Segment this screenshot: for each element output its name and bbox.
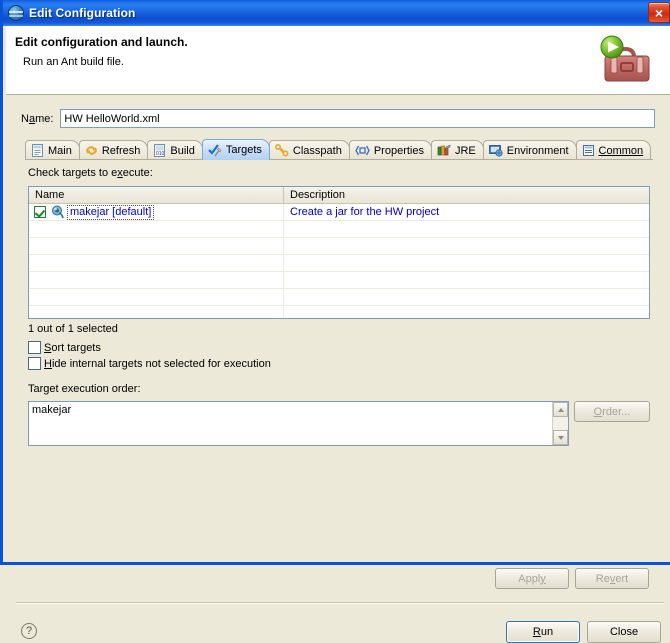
target-name: makejar [default] xyxy=(67,204,155,220)
window-title: Edit Configuration xyxy=(29,6,136,20)
dialog-banner: Edit configuration and launch. Run an An… xyxy=(6,26,670,95)
target-checkbox[interactable] xyxy=(34,206,46,218)
execution-order-value: makejar xyxy=(32,404,72,416)
hide-internal-targets-label: Hide internal targets not selected for e… xyxy=(44,357,271,370)
name-label: Name: xyxy=(21,112,54,125)
table-header-row: Name Description xyxy=(29,187,649,204)
tab-label: Classpath xyxy=(292,144,342,157)
common-list-icon xyxy=(582,144,595,157)
apply-button[interactable]: Apply xyxy=(495,568,569,589)
tab-label: JRE xyxy=(454,144,476,157)
table-row[interactable]: makejar [default] Create a jar for the H… xyxy=(29,204,649,221)
tab-properties[interactable]: Properties xyxy=(348,140,432,160)
table-row-empty xyxy=(29,289,649,306)
environment-monitor-icon xyxy=(488,144,503,157)
execution-order-scrollbar[interactable] xyxy=(552,402,568,445)
eclipse-globe-icon xyxy=(8,5,24,21)
classpath-keys-icon xyxy=(274,144,289,157)
tab-classpath[interactable]: Classpath xyxy=(268,140,350,160)
tab-label: Common xyxy=(598,144,644,157)
tab-refresh[interactable]: Refresh xyxy=(78,140,149,160)
footer-separator xyxy=(16,602,664,604)
hide-internal-targets-checkbox[interactable] xyxy=(28,357,41,370)
close-button[interactable]: Close xyxy=(587,621,661,643)
tab-strip: Main Refresh 010 Build Targets Classpath… xyxy=(25,139,653,160)
execution-order-label: Target execution order: xyxy=(28,383,141,395)
table-cell-name: makejar [default] xyxy=(29,204,284,220)
ant-target-icon xyxy=(51,205,65,219)
tab-label: Main xyxy=(48,144,72,157)
table-row-empty xyxy=(29,306,649,318)
sort-targets-label: Sort targets xyxy=(44,341,101,354)
configuration-name-row: Name: xyxy=(21,109,655,128)
revert-button[interactable]: Revert xyxy=(575,568,649,589)
execution-order-list[interactable]: makejar xyxy=(28,401,569,446)
chevron-down-icon xyxy=(557,435,564,440)
configuration-name-input[interactable] xyxy=(60,109,655,128)
properties-brackets-icon xyxy=(355,144,370,157)
tab-jre[interactable]: JRE xyxy=(430,140,484,160)
ant-toolbox-launch-icon xyxy=(594,31,656,89)
table-cell-description: Create a jar for the HW project xyxy=(290,206,440,218)
svg-text:010: 010 xyxy=(156,151,165,157)
scroll-up-button[interactable] xyxy=(553,402,568,417)
tab-common[interactable]: Common xyxy=(575,140,652,160)
close-icon[interactable]: × xyxy=(648,2,670,23)
main-document-icon xyxy=(31,144,44,157)
sort-targets-checkbox[interactable] xyxy=(28,341,41,354)
title-bar: Edit Configuration × xyxy=(3,0,670,26)
banner-heading: Edit configuration and launch. xyxy=(15,35,188,49)
refresh-arrows-icon xyxy=(85,144,98,157)
column-header-description[interactable]: Description xyxy=(284,187,649,203)
banner-subtext: Run an Ant build file. xyxy=(23,56,124,68)
column-header-name[interactable]: Name xyxy=(29,187,284,203)
table-row-empty xyxy=(29,221,649,238)
tab-label: Build xyxy=(170,144,195,157)
run-button[interactable]: Run xyxy=(506,621,580,643)
order-button[interactable]: Order... xyxy=(574,401,650,422)
targets-checkmark-icon xyxy=(208,143,222,157)
build-binary-icon: 010 xyxy=(153,144,166,157)
tab-label: Environment xyxy=(506,144,569,157)
check-targets-label: Check targets to execute: xyxy=(28,167,153,179)
chevron-up-icon xyxy=(557,407,564,412)
tab-main[interactable]: Main xyxy=(25,140,80,160)
tab-label: Targets xyxy=(225,144,262,156)
tab-targets[interactable]: Targets xyxy=(201,139,270,160)
dialog-body: Name: Main xyxy=(6,95,670,643)
hide-internal-targets-checkbox-row[interactable]: Hide internal targets not selected for e… xyxy=(28,357,271,370)
sort-targets-checkbox-row[interactable]: Sort targets xyxy=(28,341,101,354)
table-row-empty xyxy=(29,238,649,255)
table-row-empty xyxy=(29,272,649,289)
targets-table[interactable]: Name Description makejar [default] Creat… xyxy=(28,186,650,319)
selection-summary: 1 out of 1 selected xyxy=(28,323,118,335)
jre-books-icon xyxy=(437,144,451,157)
edit-configuration-dialog: Edit Configuration × Edit configuration … xyxy=(0,0,670,643)
table-row-empty xyxy=(29,255,649,272)
tab-environment[interactable]: Environment xyxy=(482,140,577,160)
tab-label: Properties xyxy=(373,144,424,157)
help-question-icon[interactable]: ? xyxy=(21,623,37,639)
scroll-down-button[interactable] xyxy=(553,430,568,445)
tab-underline xyxy=(25,159,653,160)
tab-label: Refresh xyxy=(101,144,141,157)
tab-build[interactable]: 010 Build xyxy=(147,140,203,160)
